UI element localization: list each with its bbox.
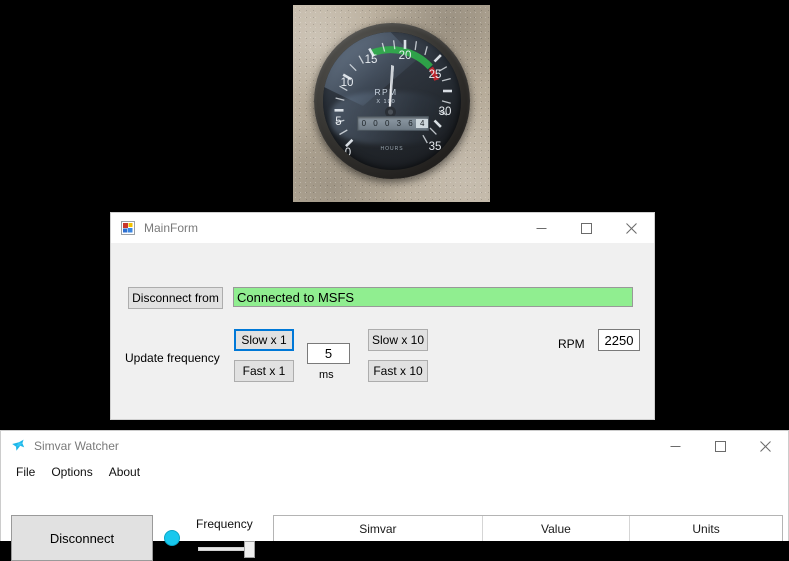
close-button[interactable] [743,431,788,461]
hour-meter: 0 0 0 3 6 4 [357,116,429,131]
simvar-window-buttons [653,431,788,461]
simvar-client-area: Disconnect Frequency Simvar Value Units [1,483,788,541]
connection-status-led [164,530,180,546]
simvar-menubar: File Options About [1,461,788,483]
svg-text:X 100: X 100 [376,99,395,105]
svg-text:10: 10 [341,77,354,89]
hour-digit: 0 [370,119,382,128]
interval-unit-label: ms [319,369,334,381]
slow-x10-button[interactable]: Slow x 10 [368,329,428,351]
column-header-simvar[interactable]: Simvar [274,516,482,541]
minimize-icon [670,441,681,452]
minimize-button[interactable] [653,431,698,461]
hour-digit: 0 [358,119,370,128]
hour-digit: 3 [393,119,405,128]
simvar-title: Simvar Watcher [34,439,653,453]
svg-text:5: 5 [335,116,341,128]
mainform-title: MainForm [144,221,519,235]
hours-label: HOURS [323,146,461,152]
hour-digit: 6 [405,119,417,128]
minimize-button[interactable] [519,213,564,243]
fast-x10-button[interactable]: Fast x 10 [368,360,428,382]
grid-header-row: Simvar Value Units [274,516,782,541]
mainform-window: MainForm Disconnect from Connected [110,212,655,420]
frequency-slider-thumb[interactable] [244,541,255,558]
disconnect-button[interactable]: Disconnect [11,515,153,561]
frequency-slider[interactable] [198,540,260,558]
disconnect-from-button[interactable]: Disconnect from [128,287,223,309]
maximize-icon [581,223,592,234]
rpm-value-field: 2250 [598,329,640,351]
column-header-value[interactable]: Value [482,516,629,541]
svg-text:25: 25 [429,69,442,81]
svg-text:30: 30 [439,106,452,118]
maximize-button[interactable] [698,431,743,461]
simvar-titlebar[interactable]: Simvar Watcher [1,431,788,461]
connection-status-field: Connected to MSFS [233,287,633,307]
maximize-icon [715,441,726,452]
menu-item-file[interactable]: File [8,463,43,481]
slow-x1-button[interactable]: Slow x 1 [234,329,294,351]
interval-input[interactable]: 5 [307,343,350,364]
maximize-button[interactable] [564,213,609,243]
gauge-bezel: 0 5 10 15 20 25 30 35 RPM X 100 [314,23,470,179]
svg-text:15: 15 [365,54,378,66]
menu-item-about[interactable]: About [101,463,148,481]
winforms-icon [120,220,136,236]
hour-digit: 0 [381,119,393,128]
close-icon [760,441,771,452]
analog-tachometer-photo: 0 5 10 15 20 25 30 35 RPM X 100 [293,5,490,202]
close-icon [626,223,637,234]
mainform-titlebar[interactable]: MainForm [111,213,654,243]
mainform-client-area: Disconnect from Connected to MSFS Update… [111,243,654,419]
hour-digit-tenths: 4 [416,119,428,128]
menu-item-options[interactable]: Options [43,463,100,481]
gauge-inner-bezel: 0 5 10 15 20 25 30 35 RPM X 100 [323,32,461,170]
simvar-watcher-window: Simvar Watcher File Options Abo [0,430,789,541]
column-header-units[interactable]: Units [630,516,782,541]
update-frequency-label: Update frequency [125,351,220,365]
svg-text:20: 20 [399,50,412,62]
airplane-icon [10,438,26,454]
simvar-data-grid[interactable]: Simvar Value Units PROP RPM:1 2250.97134… [273,515,783,541]
frequency-label: Frequency [196,517,253,531]
rpm-label: RPM [558,337,585,351]
minimize-icon [536,223,547,234]
fast-x1-button[interactable]: Fast x 1 [234,360,294,382]
svg-text:RPM: RPM [374,87,397,97]
mainform-window-buttons [519,213,654,243]
close-button[interactable] [609,213,654,243]
